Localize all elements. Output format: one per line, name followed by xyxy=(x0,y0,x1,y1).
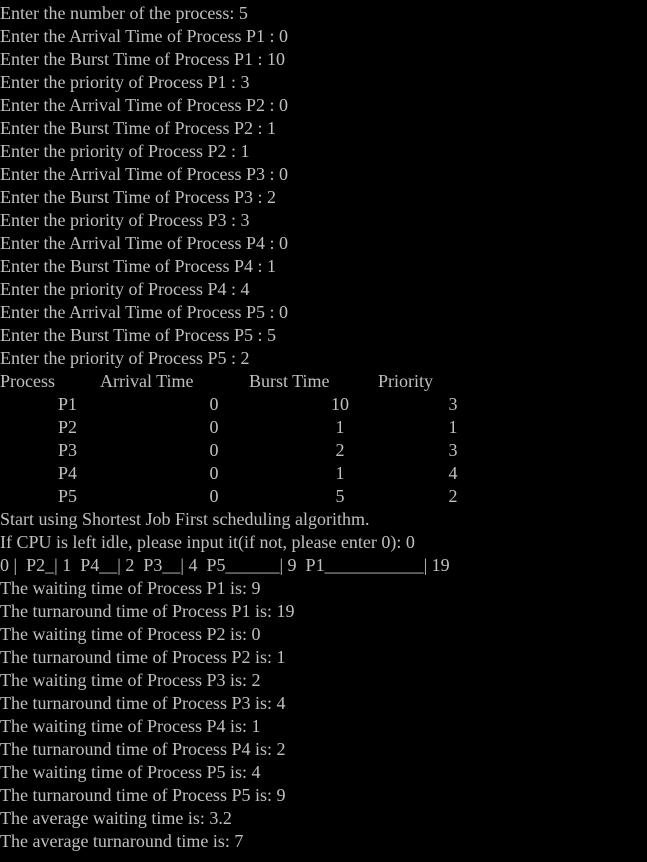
console-line: Enter the Arrival Time of Process P5 : 0 xyxy=(0,302,288,322)
cell-arrival-time: 0 xyxy=(209,417,219,437)
console-line: Enter the Burst Time of Process P3 : 2 xyxy=(0,187,277,207)
console-line: Enter the Burst Time of Process P5 : 5 xyxy=(0,325,277,345)
table-row: P1 0 10 3 xyxy=(0,393,647,416)
console-line: The average turnaround time is: 7 xyxy=(0,831,244,851)
process-table: Process Arrival Time Burst Time Priority… xyxy=(0,370,647,508)
console-window[interactable]: Enter the number of the process: 5 Enter … xyxy=(0,0,647,862)
cell-process: P3 xyxy=(58,440,78,460)
console-line: The turnaround time of Process P2 is: 1 xyxy=(0,647,286,667)
console-line: Enter the priority of Process P3 : 3 xyxy=(0,210,250,230)
console-line: Enter the Burst Time of Process P4 : 1 xyxy=(0,256,277,276)
console-line: The turnaround time of Process P1 is: 19 xyxy=(0,601,295,621)
console-line: The waiting time of Process P2 is: 0 xyxy=(0,624,261,644)
cell-priority: 3 xyxy=(448,394,458,414)
console-line: The turnaround time of Process P3 is: 4 xyxy=(0,693,286,713)
console-line: Enter the Arrival Time of Process P3 : 0 xyxy=(0,164,288,184)
console-line: The turnaround time of Process P4 is: 2 xyxy=(0,739,286,759)
cell-burst-time: 2 xyxy=(335,440,345,460)
cell-arrival-time: 0 xyxy=(209,486,219,506)
output-lines: Start using Shortest Job First schedulin… xyxy=(0,508,647,853)
cell-burst-time: 1 xyxy=(335,463,345,483)
console-line: Enter the Arrival Time of Process P4 : 0 xyxy=(0,233,288,253)
cell-burst-time: 5 xyxy=(335,486,345,506)
header-priority: Priority xyxy=(378,371,434,391)
header-burst-time: Burst Time xyxy=(249,371,330,391)
console-line: Enter the priority of Process P4 : 4 xyxy=(0,279,250,299)
console-line: The waiting time of Process P1 is: 9 xyxy=(0,578,261,598)
cell-process: P4 xyxy=(58,463,78,483)
cell-arrival-time: 0 xyxy=(209,463,219,483)
cell-process: P1 xyxy=(58,394,78,414)
cell-arrival-time: 0 xyxy=(209,394,219,414)
console-line: Enter the Burst Time of Process P2 : 1 xyxy=(0,118,277,138)
console-line: The waiting time of Process P3 is: 2 xyxy=(0,670,261,690)
console-line: Start using Shortest Job First schedulin… xyxy=(0,509,370,529)
table-body: P1 0 10 3 P2 0 1 1 P3 0 2 3 P4 0 1 4 P5 0 5 2 xyxy=(0,393,647,508)
console-line: Enter the Arrival Time of Process P1 : 0 xyxy=(0,26,288,46)
input-prompts: Enter the number of the process: 5 Enter … xyxy=(0,2,647,370)
console-line: Enter the priority of Process P5 : 2 xyxy=(0,348,250,368)
console-line: Enter the Arrival Time of Process P2 : 0 xyxy=(0,95,288,115)
table-row: P3 0 2 3 xyxy=(0,439,647,462)
console-line: Enter the number of the process: 5 xyxy=(0,3,248,23)
cell-priority: 2 xyxy=(448,486,458,506)
table-row: P5 0 5 2 xyxy=(0,485,647,508)
console-line: Enter the Burst Time of Process P1 : 10 xyxy=(0,49,286,69)
table-row: P4 0 1 4 xyxy=(0,462,647,485)
cell-process: P2 xyxy=(58,417,78,437)
console-line: 0 | P2_| 1 P4__| 2 P3__| 4 P5______| 9 P… xyxy=(0,555,450,575)
console-line: Enter the priority of Process P2 : 1 xyxy=(0,141,250,161)
console-line: The turnaround time of Process P5 is: 9 xyxy=(0,785,286,805)
console-line: If CPU is left idle, please input it(if … xyxy=(0,532,415,552)
header-arrival-time: Arrival Time xyxy=(100,371,194,391)
cell-priority: 1 xyxy=(448,417,458,437)
table-header-row: Process Arrival Time Burst Time Priority xyxy=(0,370,647,393)
console-line: The waiting time of Process P5 is: 4 xyxy=(0,762,261,782)
cell-burst-time: 10 xyxy=(331,394,349,414)
console-line: The average waiting time is: 3.2 xyxy=(0,808,232,828)
table-row: P2 0 1 1 xyxy=(0,416,647,439)
cell-priority: 4 xyxy=(448,463,458,483)
header-process: Process xyxy=(0,371,55,391)
cell-process: P5 xyxy=(58,486,78,506)
cell-arrival-time: 0 xyxy=(209,440,219,460)
console-line: The waiting time of Process P4 is: 1 xyxy=(0,716,261,736)
cell-priority: 3 xyxy=(448,440,458,460)
console-line: Enter the priority of Process P1 : 3 xyxy=(0,72,250,92)
cell-burst-time: 1 xyxy=(335,417,345,437)
